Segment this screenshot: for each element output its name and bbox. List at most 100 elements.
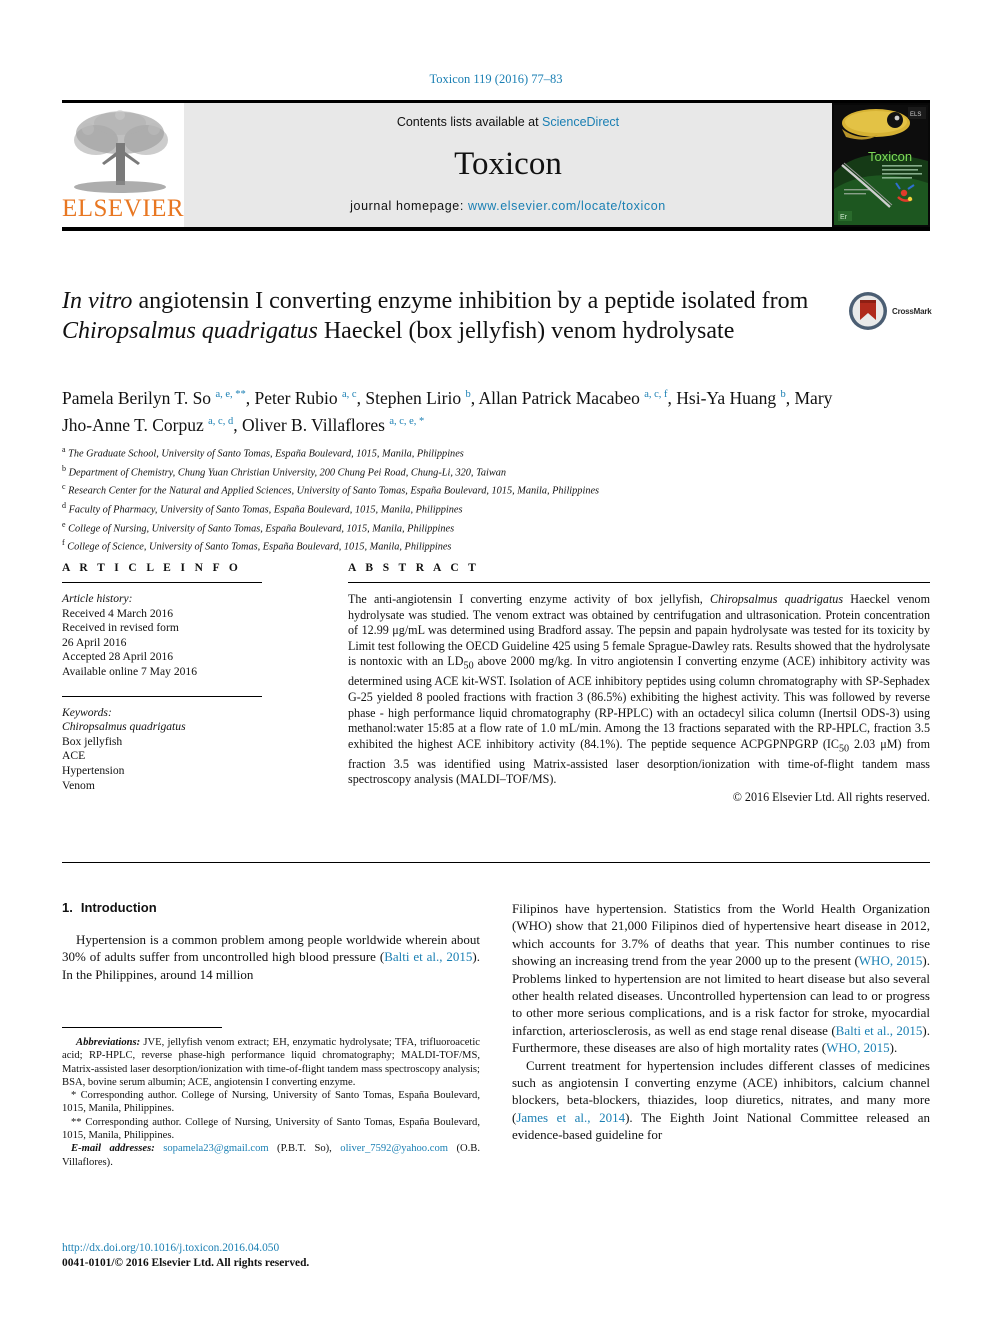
citation-link[interactable]: WHO, 2015 [826,1040,890,1055]
intro-paragraph-right-2: Current treatment for hypertension inclu… [512,1057,930,1144]
contents-available-line: Contents lists available at ScienceDirec… [397,115,619,129]
author-item: Allan Patrick Macabeo a, c, f [479,388,668,408]
article-history-item: Available online 7 May 2016 [62,664,198,678]
article-history: Article history: Received 4 March 2016 R… [62,592,262,680]
affiliation-mark: a [62,445,66,454]
affiliation-mark: b [62,463,66,473]
crossmark-label: CrossMark [892,306,932,316]
section-title: Introduction [80,900,157,915]
abstract-subscript: 50 [463,660,474,672]
author-affil-marks: a, c, f [644,389,668,400]
citation-link[interactable]: WHO, 2015 [859,953,923,968]
abstract-seg: above 2000 mg/kg. In vitro angiotensin I… [348,654,930,751]
journal-cover-thumbnail[interactable]: Toxicon Er ELS [832,103,930,227]
keyword-item: Chiropsalmus quadrigatus [62,720,186,734]
article-history-item: Accepted 28 April 2016 [62,650,174,664]
author-name: Stephen Lirio [365,387,462,408]
crossmark-badge[interactable]: CrossMark [848,288,940,334]
affiliation-item: b Department of Chemistry, Chung Yuan Ch… [62,462,862,481]
affiliation-text: The Graduate School, University of Santo… [68,448,464,460]
svg-text:Toxicon: Toxicon [868,149,912,164]
section-divider [62,862,930,863]
svg-text:Er: Er [840,214,848,221]
introduction-heading: 1. Introduction [62,900,480,915]
journal-masthead: ELSEVIER Contents lists available at Sci… [62,100,930,231]
sciencedirect-link[interactable]: ScienceDirect [542,115,619,129]
masthead-bottom-rule [62,227,930,231]
title-part-2: angiotensin I converting enzyme inhibiti… [132,288,809,314]
paragraph-text: ). [889,1040,898,1056]
author-item: Peter Rubio a, c [255,388,357,408]
affiliation-item: e College of Nursing, University of Sant… [62,518,862,537]
corresponding-author-note-1: * Corresponding author. College of Nursi… [62,1090,480,1115]
article-info-rule [62,582,262,583]
keyword-item: Box jellyfish [62,734,123,748]
intro-paragraph-left: Hypertension is a common problem among p… [62,931,480,983]
affiliation-text: Department of Chemistry, Chung Yuan Chri… [68,467,507,479]
author-name: Oliver B. Villaflores [241,414,385,435]
journal-cover-art: Toxicon Er ELS [832,103,930,227]
article-info-column: A R T I C L E I N F O Article history: R… [62,562,262,793]
author-name: Hsi-Ya Huang [676,387,777,408]
article-page: Toxicon 119 (2016) 77–83 ELSEVIER Conten… [0,0,992,1323]
keyword-item: ACE [62,749,86,763]
journal-band: Contents lists available at ScienceDirec… [184,103,832,227]
author-list: Pamela Berilyn T. So a, e, **, Peter Rub… [62,387,833,435]
affiliation-list: a The Graduate School, University of San… [62,443,862,555]
journal-homepage-line: journal homepage: www.elsevier.com/locat… [350,199,666,213]
svg-text:ELS: ELS [910,112,921,118]
affiliation-item: d Faculty of Pharmacy, University of San… [62,499,862,518]
author-item: Pamela Berilyn T. So a, e, ** [62,388,246,408]
email-link-2[interactable]: oliver_7592@yahoo.com [340,1143,448,1154]
author-name: Allan Patrick Macabeo [478,387,640,408]
title-part-4: Haeckel (box jellyfish) venom hydrolysat… [317,318,735,344]
email-addresses-note: E-mail addresses: sopamela23@gmail.com (… [62,1142,480,1169]
author-affil-marks: b [780,389,786,400]
affiliation-mark: c [62,482,66,492]
keywords-rule [62,695,262,697]
issn-copyright-line: 0041-0101/© 2016 Elsevier Ltd. All right… [62,1257,310,1269]
affiliation-mark: e [62,519,66,529]
journal-homepage-link[interactable]: www.elsevier.com/locate/toxicon [468,199,666,213]
doi-link[interactable]: http://dx.doi.org/10.1016/j.toxicon.2016… [62,1241,492,1256]
author-affil-marks: b [465,389,471,400]
author-affil-marks: a, c, e, * [389,415,425,427]
author-name: Pamela Berilyn T. So [62,387,212,408]
title-block: In vitro angiotensin I converting enzyme… [62,286,832,346]
elsevier-wordmark: ELSEVIER [61,195,185,222]
affiliation-text: College of Nursing, University of Santo … [68,522,455,534]
abstract-heading: A B S T R A C T [348,562,480,574]
citation-link[interactable]: James et al., 2014 [516,1110,625,1125]
abstract-column: A B S T R A C T The anti-angiotensin I c… [348,562,930,805]
affiliation-text: Research Center for the Natural and Appl… [68,485,600,497]
affiliation-item: f College of Science, University of Sant… [62,536,862,555]
article-history-item: Received 4 March 2016 [62,606,174,620]
keywords-block: Keywords: Chiropsalmus quadrigatus Box j… [62,695,262,794]
author-affil-marks: a, c [342,389,357,400]
author-item: Stephen Lirio b [365,388,470,408]
affiliation-mark: d [62,500,66,510]
abstract-rule [348,582,930,583]
crossmark-icon [849,292,887,330]
intro-paragraph-right-1: Filipinos have hypertension. Statistics … [512,900,930,1057]
affiliation-item: c Research Center for the Natural and Ap… [62,480,862,499]
email-link-1[interactable]: sopamela23@gmail.com [163,1143,268,1154]
author-affil-marks: a, c, d [208,415,234,427]
citation-link[interactable]: Balti et al., 2015 [384,949,472,964]
title-italic-species: Chiropsalmus quadrigatus [62,318,318,344]
article-history-item: Received in revised form [62,621,179,635]
page-title: In vitro angiotensin I converting enzyme… [62,286,832,346]
affiliation-item: a The Graduate School, University of San… [62,443,862,462]
body-column-left: 1. Introduction Hypertension is a common … [62,900,480,983]
corresponding-author-note-2: ** Corresponding author. College of Nurs… [62,1116,480,1142]
abstract-species-italic: Chiropsalmus quadrigatus [709,592,844,606]
author-affil-marks: a, e, ** [215,389,246,400]
elsevier-logo: ELSEVIER [62,103,184,227]
citation-link[interactable]: Balti et al., 2015 [836,1023,923,1038]
author-name: Peter Rubio [254,387,338,408]
footnote-separator [62,1027,222,1028]
body-column-right: Filipinos have hypertension. Statistics … [512,900,930,1144]
keyword-item: Venom [62,778,95,792]
journal-title: Toxicon [454,145,562,182]
author-item: Oliver B. Villaflores a, c, e, * [242,415,424,435]
